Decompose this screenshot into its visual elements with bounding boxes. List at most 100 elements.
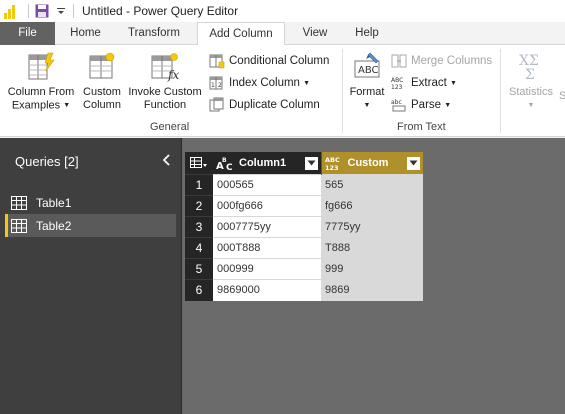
parse-label: Parse	[411, 99, 442, 111]
table-cell[interactable]: 000999	[213, 258, 321, 280]
custom-column-icon	[89, 52, 115, 79]
tab-home[interactable]: Home	[58, 22, 113, 45]
query-item-table2[interactable]: Table2	[5, 214, 176, 237]
data-grid: A B C Column1 ABC 123 Custom 1 000565 56…	[185, 152, 423, 301]
row-number[interactable]: 5	[185, 258, 213, 280]
column-header-column1[interactable]: A B C Column1	[213, 152, 322, 175]
svg-text:fx: fx	[167, 68, 179, 82]
column-header-label: Custom	[347, 157, 389, 169]
filter-dropdown-icon[interactable]	[304, 156, 318, 170]
query-item-table1[interactable]: Table1	[5, 191, 176, 214]
index-column-button[interactable]: 1 2 Index Column ▼	[209, 73, 310, 93]
any-type-icon[interactable]: ABC 123	[325, 155, 345, 171]
extract-label: Extract	[411, 77, 447, 89]
table-cell[interactable]: 7775yy	[321, 216, 423, 238]
parse-button[interactable]: abc Parse ▼	[391, 95, 451, 115]
filter-dropdown-icon[interactable]	[407, 156, 420, 170]
column-header-label: Column1	[239, 157, 287, 169]
merge-columns-label: Merge Columns	[411, 55, 493, 67]
extract-button[interactable]: ABC 123 Extract ▼	[391, 73, 457, 93]
invoke-function-icon: fx	[151, 53, 179, 82]
duplicate-column-icon	[209, 97, 224, 112]
statistics-icon: XΣ Σ	[519, 53, 539, 83]
row-number[interactable]: 2	[185, 195, 213, 217]
query-item-label: Table2	[36, 218, 72, 233]
custom-column-button[interactable]: Custom Column	[80, 51, 124, 112]
extract-icon: ABC 123	[391, 77, 403, 91]
svg-text:ABC: ABC	[358, 65, 379, 76]
chevron-down-icon: ▼	[363, 102, 371, 109]
statistics-button[interactable]: XΣ Σ Statistics ▼	[505, 51, 557, 112]
table-cell[interactable]: fg666	[321, 195, 423, 217]
tab-view[interactable]: View	[293, 22, 337, 45]
row-number[interactable]: 1	[185, 174, 213, 196]
table-menu-button[interactable]	[185, 152, 213, 175]
format-label: Format	[349, 86, 385, 98]
invoke-custom-function-button[interactable]: fx Invoke Custom Function	[125, 51, 205, 112]
chevron-down-icon: ▼	[527, 102, 535, 109]
row-number[interactable]: 6	[185, 279, 213, 301]
parse-icon: abc	[391, 99, 406, 112]
conditional-column-label: Conditional Column	[229, 55, 330, 67]
column-from-examples-label-1: Column From	[7, 86, 75, 98]
table-menu-icon	[190, 157, 207, 168]
group-divider	[500, 49, 501, 133]
conditional-column-button[interactable]: Conditional Column	[209, 51, 329, 71]
table-cell[interactable]: T888	[321, 237, 423, 259]
table-cell[interactable]: 9869000	[213, 279, 321, 301]
table-row: 2 000fg666 fg666	[185, 195, 423, 217]
chevron-down-icon: ▼	[303, 79, 311, 87]
duplicate-column-label: Duplicate Column	[229, 99, 320, 111]
table-row: 1 000565 565	[185, 174, 423, 196]
invoke-custom-function-label-1: Invoke Custom	[128, 86, 202, 98]
standard-button-partial[interactable]: S	[559, 90, 565, 103]
column-header-custom[interactable]: ABC 123 Custom	[321, 152, 423, 175]
format-icon: ABC	[354, 52, 380, 78]
table-cell[interactable]: 565	[321, 174, 423, 196]
column-from-examples-icon	[28, 52, 55, 80]
table-icon	[11, 195, 27, 210]
divider	[73, 4, 74, 18]
format-button[interactable]: ABC Format ▼	[345, 51, 389, 112]
custom-column-label-1: Custom	[83, 86, 121, 98]
custom-column-label-2: Column	[83, 99, 121, 111]
divider	[28, 4, 29, 18]
group-label-general: General	[150, 121, 190, 133]
index-column-label: Index Column	[229, 77, 300, 89]
svg-text:ABC: ABC	[325, 156, 340, 164]
column-from-examples-button[interactable]: Column From Examples ▼	[2, 51, 80, 112]
column-from-examples-label-2: Examples	[11, 99, 61, 112]
svg-text:1: 1	[211, 82, 215, 89]
tab-transform[interactable]: Transform	[120, 22, 188, 45]
quick-access-dropdown-icon[interactable]	[55, 4, 67, 18]
table-cell[interactable]: 999	[321, 258, 423, 280]
invoke-custom-function-label-2: Function	[143, 99, 187, 111]
svg-text:ABC: ABC	[391, 77, 403, 84]
table-cell[interactable]: 000T888	[213, 237, 321, 259]
ribbon-tab-bar: File Home Transform Add Column View Help	[0, 22, 565, 46]
chevron-down-icon: ▼	[63, 102, 71, 109]
svg-text:123: 123	[391, 84, 403, 91]
svg-text:Σ: Σ	[525, 67, 535, 83]
power-bi-logo-icon	[4, 3, 20, 19]
index-column-icon: 1 2	[209, 76, 223, 90]
save-icon[interactable]	[35, 4, 49, 18]
table-icon	[11, 218, 27, 233]
svg-text:2: 2	[218, 82, 222, 89]
duplicate-column-button[interactable]: Duplicate Column	[209, 95, 320, 115]
row-number[interactable]: 3	[185, 216, 213, 238]
tab-help[interactable]: Help	[345, 22, 389, 45]
table-cell[interactable]: 000fg666	[213, 195, 321, 217]
table-cell[interactable]: 000565	[213, 174, 321, 196]
row-number[interactable]: 4	[185, 237, 213, 259]
tab-add-column[interactable]: Add Column	[197, 22, 285, 46]
table-cell[interactable]: 9869	[321, 279, 423, 301]
ribbon: Column From Examples ▼ Custom Column fx …	[0, 45, 565, 137]
merge-columns-button[interactable]: Merge Columns	[391, 51, 492, 71]
group-label-from-text: From Text	[397, 121, 446, 133]
queries-pane: Queries [2] Table1 Table2	[0, 138, 181, 414]
text-type-icon[interactable]: A B C	[216, 155, 236, 171]
tab-file[interactable]: File	[0, 22, 55, 45]
chevron-left-icon[interactable]	[160, 152, 174, 168]
table-cell[interactable]: 0007775yy	[213, 216, 321, 238]
